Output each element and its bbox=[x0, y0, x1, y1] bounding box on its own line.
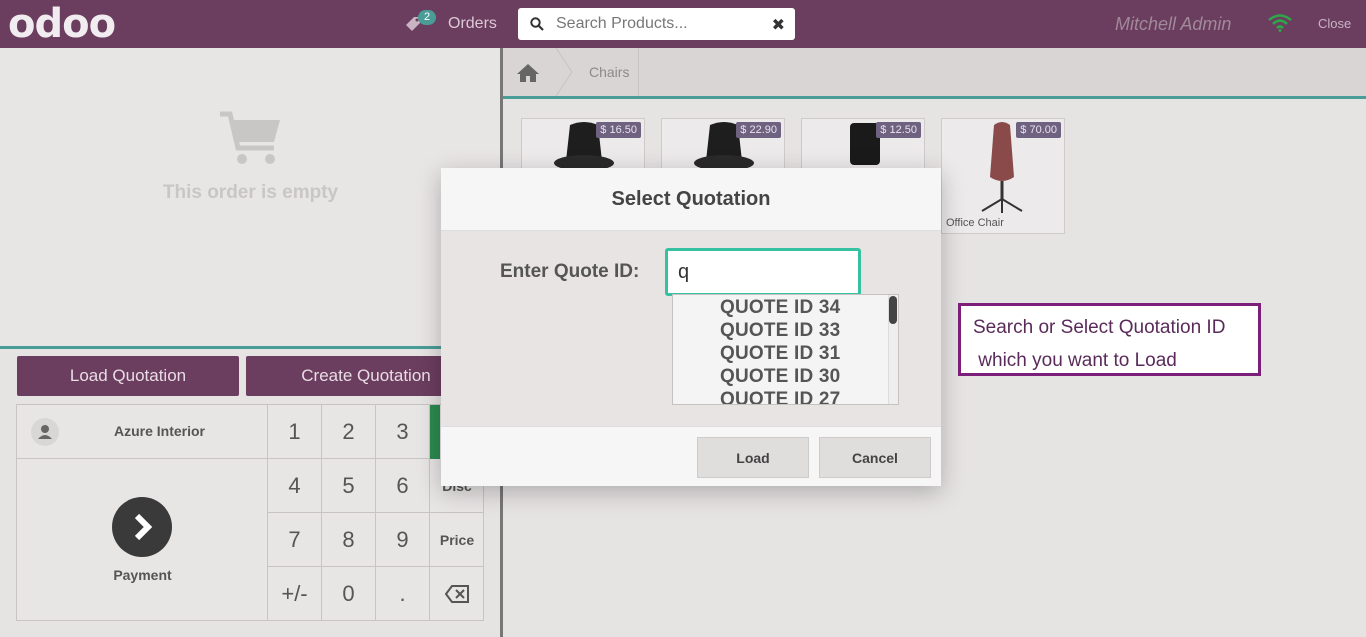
quote-option[interactable]: QUOTE ID 30 bbox=[720, 366, 840, 388]
dialog-footer: Load Cancel bbox=[441, 426, 941, 486]
list-scrollbar[interactable] bbox=[888, 295, 898, 404]
quote-option[interactable]: QUOTE ID 31 bbox=[720, 343, 840, 365]
load-button[interactable]: Load bbox=[697, 437, 809, 478]
callout-line-2: which you want to Load bbox=[973, 350, 1177, 371]
quote-option[interactable]: QUOTE ID 34 bbox=[720, 297, 840, 319]
quote-option[interactable]: QUOTE ID 33 bbox=[720, 320, 840, 342]
dialog-title: Select Quotation bbox=[441, 168, 941, 231]
callout-line-1: Search or Select Quotation ID bbox=[973, 317, 1226, 338]
instruction-callout: Search or Select Quotation ID which you … bbox=[958, 303, 1261, 376]
quote-suggestion-list[interactable]: QUOTE ID 34 QUOTE ID 33 QUOTE ID 31 QUOT… bbox=[672, 294, 899, 405]
dialog-body: Enter Quote ID: QUOTE ID 34 QUOTE ID 33 … bbox=[441, 231, 941, 426]
quote-id-label: Enter Quote ID: bbox=[500, 261, 640, 282]
list-scrollbar-thumb[interactable] bbox=[889, 296, 897, 324]
quote-option[interactable]: QUOTE ID 27 bbox=[720, 389, 840, 404]
select-quotation-dialog: Select Quotation Enter Quote ID: QUOTE I… bbox=[441, 168, 941, 486]
cancel-button[interactable]: Cancel bbox=[819, 437, 931, 478]
quote-id-input[interactable] bbox=[665, 248, 861, 296]
